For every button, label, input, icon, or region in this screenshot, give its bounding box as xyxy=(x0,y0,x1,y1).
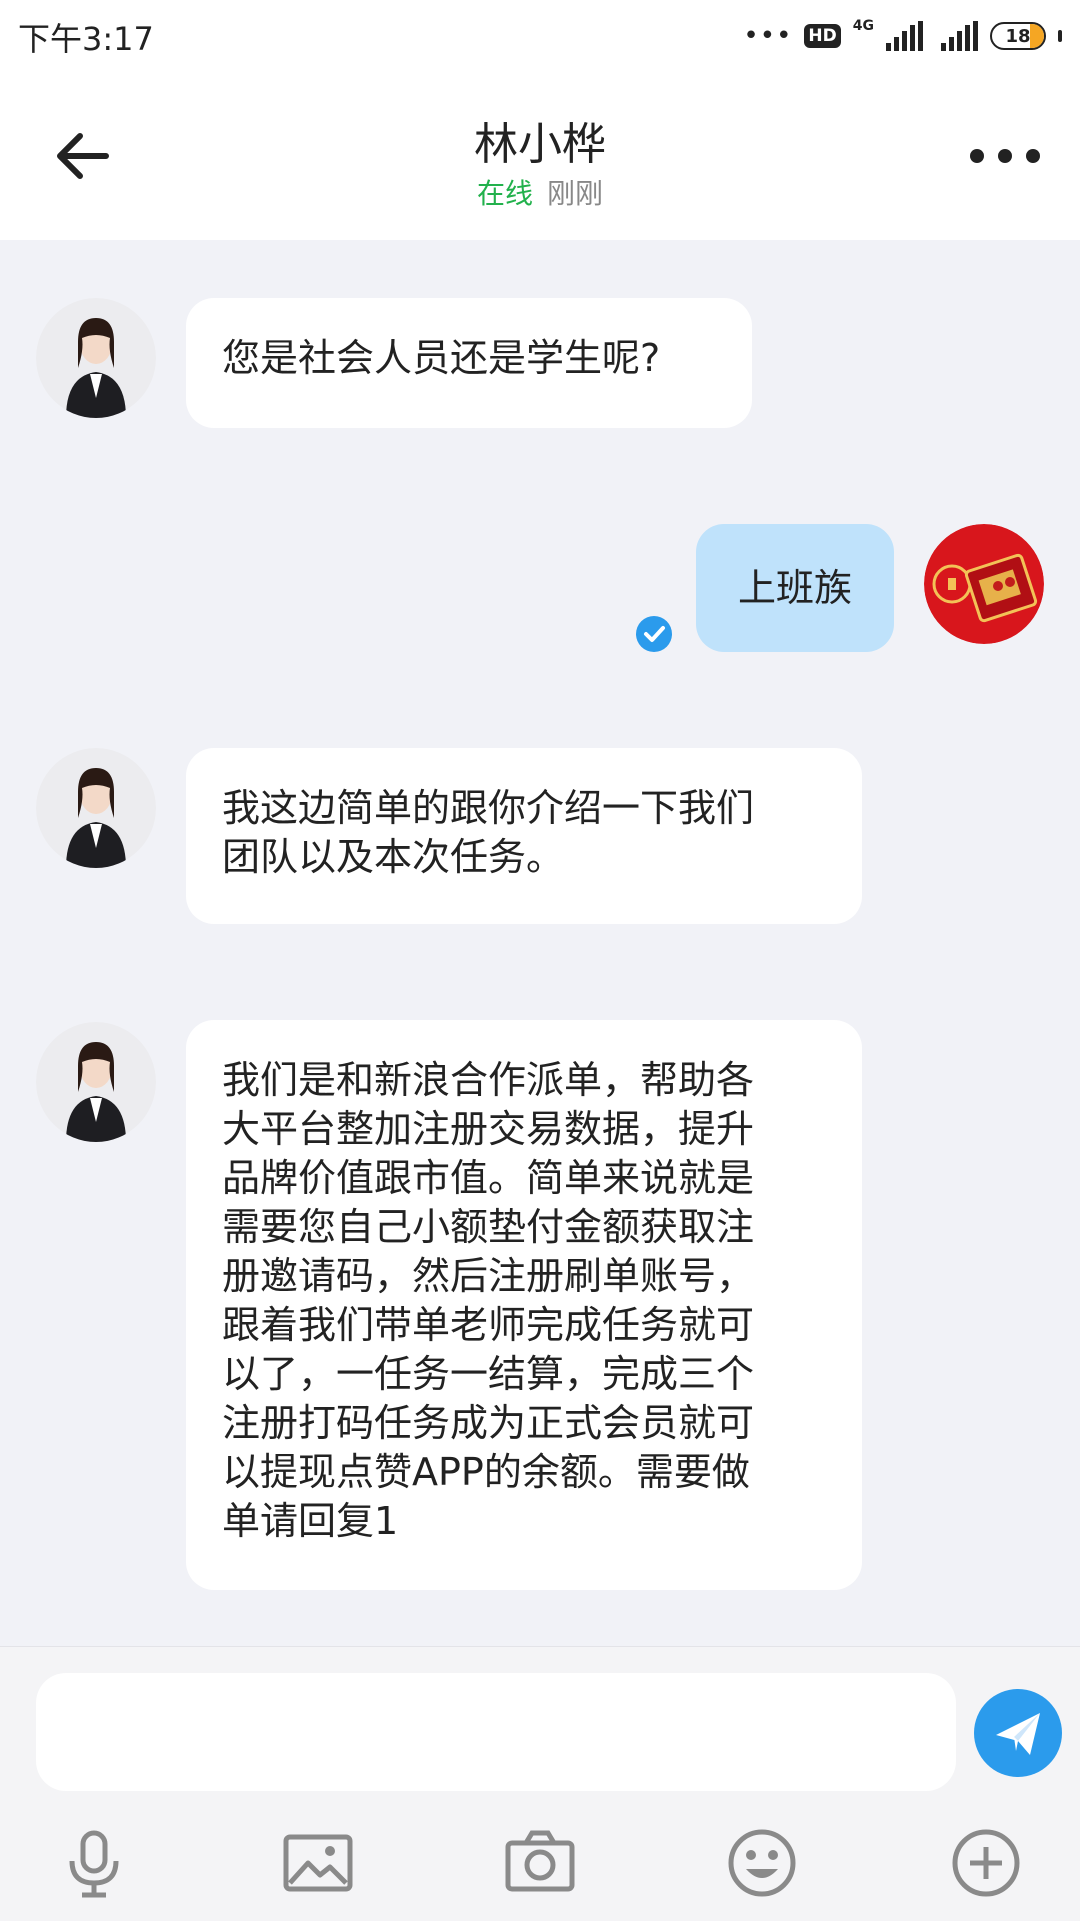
message-line: 跟着我们带单老师完成任务就可 xyxy=(222,1303,755,1347)
last-seen: 刚刚 xyxy=(547,177,604,210)
person-avatar-icon xyxy=(36,298,156,418)
microphone-icon[interactable] xyxy=(56,1825,132,1901)
message-line: 册邀请码，然后注册刷单账号， xyxy=(222,1254,755,1298)
contact-status: 在线 刚刚 xyxy=(0,172,1080,212)
contact-avatar[interactable] xyxy=(36,298,156,418)
message-input[interactable] xyxy=(36,1673,956,1791)
contact-avatar[interactable] xyxy=(36,1022,156,1142)
message-line: 我这边简单的跟你介绍一下我们 xyxy=(222,786,755,830)
emoji-icon[interactable] xyxy=(724,1825,800,1901)
more-options-button[interactable] xyxy=(970,138,1040,174)
message-bubble-sent[interactable]: 上班族 xyxy=(696,524,894,652)
more-dot-icon xyxy=(998,149,1012,163)
composer xyxy=(0,1646,1080,1921)
status-icons: ••• HD 4G 18 xyxy=(743,16,1062,56)
message-text: 您是社会人员还是学生呢? xyxy=(222,336,661,380)
message-line: 团队以及本次任务。 xyxy=(222,835,565,879)
notification-dots-icon: ••• xyxy=(743,21,793,51)
message-line: 以了，一任务一结算，完成三个 xyxy=(222,1352,755,1396)
message-line: 注册打码任务成为正式会员就可 xyxy=(222,1401,755,1445)
image-icon[interactable] xyxy=(280,1825,356,1901)
read-check-icon xyxy=(636,616,672,652)
send-button[interactable] xyxy=(974,1689,1062,1777)
message-bubble-received[interactable]: 您是社会人员还是学生呢? xyxy=(186,298,752,428)
network-type-label: 4G xyxy=(852,18,874,34)
contact-name: 林小桦 xyxy=(474,119,606,170)
chat-header: 林小桦 在线 刚刚 xyxy=(0,72,1080,240)
person-avatar-icon xyxy=(36,748,156,868)
battery-level: 18 xyxy=(1005,25,1031,47)
message-text: 上班族 xyxy=(737,565,852,610)
signal-icon-1 xyxy=(886,21,923,51)
my-avatar[interactable] xyxy=(924,524,1044,644)
hd-icon: HD xyxy=(804,24,841,48)
camera-icon[interactable] xyxy=(502,1825,578,1901)
message-line: 以提现点赞APP的余额。需要做 xyxy=(222,1450,750,1494)
message-line: 我们是和新浪合作派单，帮助各 xyxy=(222,1058,755,1102)
status-bar: 下午3:17 ••• HD 4G 18 xyxy=(0,0,1080,72)
battery-icon: 18 xyxy=(990,22,1046,50)
message-line: 大平台整加注册交易数据，提升 xyxy=(222,1107,755,1151)
gift-box-avatar-icon xyxy=(924,524,1044,644)
message-bubble-received[interactable]: 我们是和新浪合作派单，帮助各 大平台整加注册交易数据，提升 品牌价值跟市值。简单… xyxy=(186,1020,862,1590)
paper-plane-icon xyxy=(996,1713,1040,1755)
online-status: 在线 xyxy=(476,177,533,210)
plus-icon[interactable] xyxy=(948,1825,1024,1901)
signal-icon-2 xyxy=(941,21,978,51)
status-time: 下午3:17 xyxy=(18,20,154,58)
battery-cap xyxy=(1058,30,1062,42)
message-line: 单请回复1 xyxy=(222,1499,399,1543)
message-line: 品牌价值跟市值。简单来说就是 xyxy=(222,1156,755,1200)
more-dot-icon xyxy=(1026,149,1040,163)
message-bubble-received[interactable]: 我这边简单的跟你介绍一下我们 团队以及本次任务。 xyxy=(186,748,862,924)
message-line: 需要您自己小额垫付金额获取注 xyxy=(222,1205,755,1249)
contact-avatar[interactable] xyxy=(36,748,156,868)
more-dot-icon xyxy=(970,149,984,163)
person-avatar-icon xyxy=(36,1022,156,1142)
